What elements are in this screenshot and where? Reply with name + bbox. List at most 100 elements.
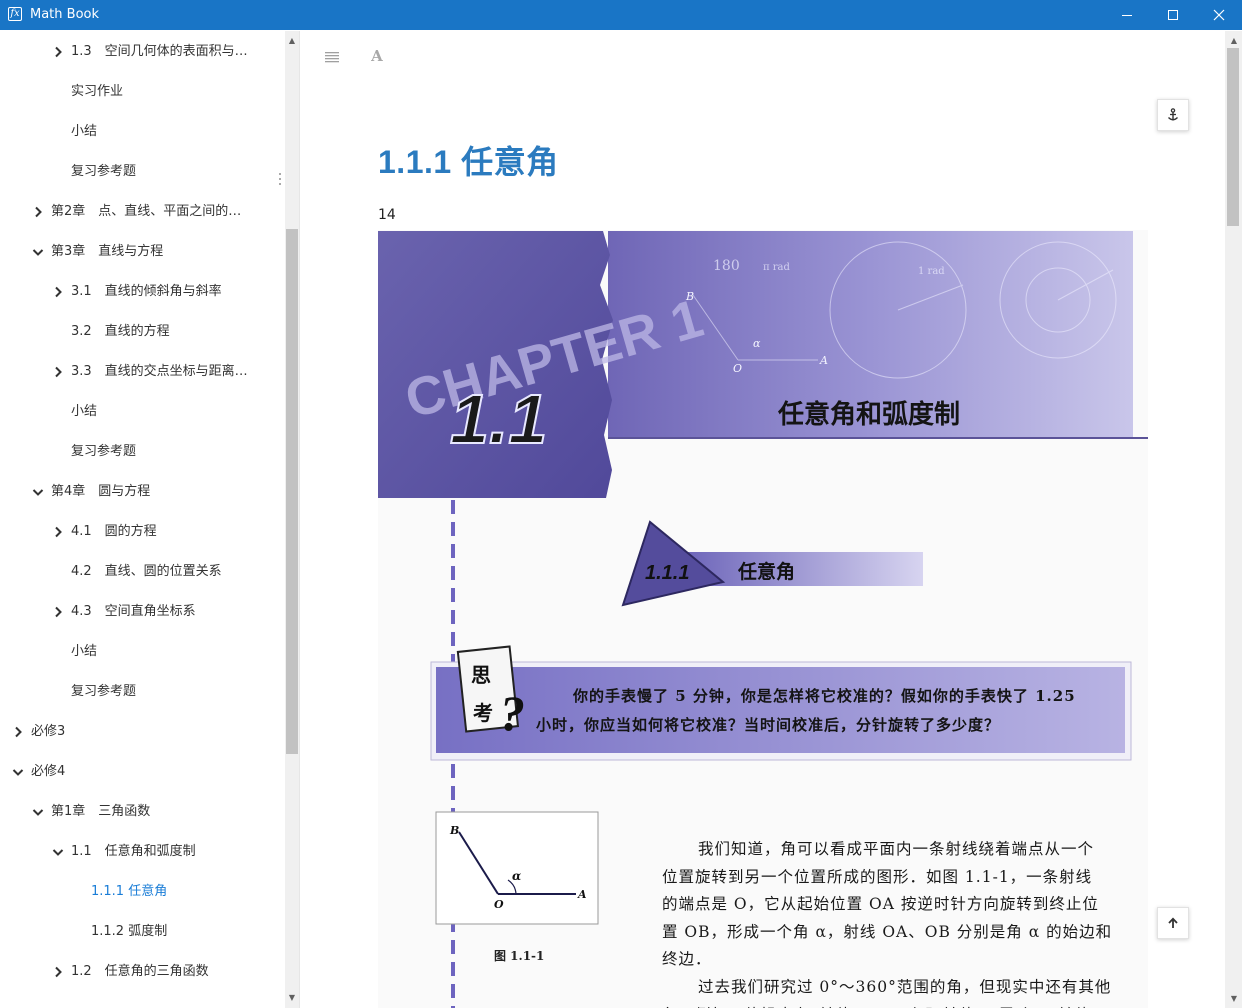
body-text-line: 终边． xyxy=(662,950,712,968)
toc-item[interactable]: 实习作业 xyxy=(0,72,280,112)
toc-item-label: 1.1 任意角和弧度制 xyxy=(71,844,196,859)
toc-item[interactable]: 必修3 xyxy=(0,712,280,752)
toc-item-label: 3.2 直线的方程 xyxy=(71,324,170,339)
toc-item-label: 3.3 直线的交点坐标与距离… xyxy=(71,364,248,379)
toc-item[interactable]: 1.3 空间几何体的表面积与… xyxy=(0,32,280,72)
section-title: 任意角 xyxy=(737,560,795,583)
body-text-line: 过去我们研究过 0°～360°范围的角，但现实中还有其他 xyxy=(698,978,1112,996)
toc-item[interactable]: 第1章 三角函数 xyxy=(0,792,280,832)
resize-handle[interactable] xyxy=(279,173,282,187)
content-scroll-up-icon[interactable]: ▲ xyxy=(1229,35,1239,45)
body-text-line: 角．例如，体操中有“转体 720°”（即“转体 2 周”），“转体 xyxy=(662,1002,1142,1008)
question-mark-icon: ? xyxy=(500,685,525,741)
toc-item[interactable]: 复习参考题 xyxy=(0,152,280,192)
chevron-right-icon[interactable] xyxy=(11,712,25,752)
toc-sidebar: 1.3 空间几何体的表面积与… 实习作业 小结 复习参考题 第2章 点、直线、平面之间的… xyxy=(0,31,300,1008)
toc-item[interactable]: 4.2 直线、圆的位置关系 xyxy=(0,552,280,592)
toc-item-label: 1.2 任意角的三角函数 xyxy=(71,964,209,979)
font-settings-button[interactable]: A xyxy=(368,47,386,65)
body-paragraph: 我们知道，角可以看成平面内一条射线绕着端点从一个 位置旋转到另一个位置所成的图形．… xyxy=(662,836,1142,974)
figure-label: B xyxy=(449,824,459,837)
chevron-down-icon[interactable] xyxy=(51,832,65,872)
chapter-number: 1.1 xyxy=(450,380,547,458)
title-bar: fx Math Book xyxy=(0,0,1242,30)
figure-label: O xyxy=(494,898,504,911)
page-heading: 1.1.1 任意角 xyxy=(378,144,559,180)
toc-toggle-button[interactable] xyxy=(323,47,341,65)
toc-item[interactable]: 小结 xyxy=(0,112,280,152)
app-icon: fx xyxy=(8,7,22,21)
chevron-right-icon[interactable] xyxy=(51,592,65,632)
toc-item-label: 4.2 直线、圆的位置关系 xyxy=(71,564,222,579)
toc-item-label: 必修4 xyxy=(31,764,66,779)
toc-item[interactable]: 1.2 任意角的三角函数 xyxy=(0,952,280,992)
figure-label: A xyxy=(577,888,587,901)
anchor-button[interactable] xyxy=(1157,99,1189,131)
decor-text: π rad xyxy=(763,262,790,273)
toc-item[interactable]: 第4章 圆与方程 xyxy=(0,472,280,512)
think-label: 思 xyxy=(471,663,491,687)
scroll-down-arrow-icon[interactable]: ▼ xyxy=(287,992,297,1002)
decor-text: 180 xyxy=(713,258,740,274)
decor-text: 1 rad xyxy=(918,266,945,277)
close-button[interactable] xyxy=(1196,0,1242,30)
toc-item[interactable]: 3.1 直线的倾斜角与斜率 xyxy=(0,272,280,312)
body-paragraph: 过去我们研究过 0°～360°范围的角，但现实中还有其他角．例如，体操中有“转体… xyxy=(662,974,1142,1008)
toc-item-label: 第1章 三角函数 xyxy=(51,804,151,819)
toc-item[interactable]: 1.1.2 弧度制 xyxy=(0,912,280,952)
chevron-right-icon[interactable] xyxy=(51,32,65,72)
toc-item[interactable]: 第3章 直线与方程 xyxy=(0,232,280,272)
arrow-up-icon xyxy=(1168,917,1178,928)
think-text: 你的手表慢了 5 分钟，你是怎样将它校准的？假如你的手表快了 1.25 xyxy=(572,687,1076,705)
maximize-icon xyxy=(1168,10,1178,20)
figure-caption: 图 1.1-1 xyxy=(494,949,544,963)
anchor-icon xyxy=(1168,108,1178,121)
chevron-down-icon[interactable] xyxy=(31,472,45,512)
chevron-right-icon[interactable] xyxy=(51,352,65,392)
chevron-right-icon[interactable] xyxy=(51,512,65,552)
toc-item-label: 第3章 直线与方程 xyxy=(51,244,164,259)
chevron-right-icon[interactable] xyxy=(51,952,65,992)
toc-item[interactable]: 复习参考题 xyxy=(0,672,280,712)
page-number: 14 xyxy=(378,207,396,223)
toc-item[interactable]: 必修4 xyxy=(0,752,280,792)
body-text-line: 位置旋转到另一个位置所成的图形．如图 1.1-1，一条射线 xyxy=(662,867,1093,886)
think-text: 小时，你应当如何将它校准？当时间校准后，分针旋转了多少度？ xyxy=(536,716,1000,734)
decor-text: O xyxy=(733,362,742,375)
figure-label: α xyxy=(512,869,521,883)
toc-item-label: 复习参考题 xyxy=(71,444,137,459)
toc-item[interactable]: 3.3 直线的交点坐标与距离… xyxy=(0,352,280,392)
toc-item[interactable]: 1.1.1 任意角 xyxy=(0,872,280,912)
toc-item[interactable]: 3.2 直线的方程 xyxy=(0,312,280,352)
toc-item[interactable]: 4.3 空间直角坐标系 xyxy=(0,592,280,632)
maximize-button[interactable] xyxy=(1150,0,1196,30)
toc-item[interactable]: 第2章 点、直线、平面之间的… xyxy=(0,192,280,232)
chevron-right-icon[interactable] xyxy=(51,272,65,312)
chevron-down-icon[interactable] xyxy=(31,792,45,832)
scanned-page-image: 180 π rad 1 rad B A O α CHAPTER 1 1.1 任意… xyxy=(378,230,1148,1008)
minimize-button[interactable] xyxy=(1104,0,1150,30)
figure-box xyxy=(435,811,599,925)
reader-pane: A 1.1.1 任意角 14 180 π rad 1 rad B A O α C… xyxy=(301,31,1225,1008)
toc-item[interactable]: 4.1 圆的方程 xyxy=(0,512,280,552)
toc-item-label: 1.1.2 弧度制 xyxy=(91,924,168,939)
chevron-right-icon[interactable] xyxy=(31,192,45,232)
toc-item[interactable]: 小结 xyxy=(0,392,280,432)
chevron-down-icon[interactable] xyxy=(31,232,45,272)
content-scrollbar-thumb[interactable] xyxy=(1227,48,1239,226)
back-to-top-button[interactable] xyxy=(1157,907,1189,939)
scroll-up-arrow-icon[interactable]: ▲ xyxy=(287,35,297,45)
font-icon: A xyxy=(371,47,383,65)
toc-item[interactable]: 小结 xyxy=(0,632,280,672)
think-label: 考 xyxy=(473,701,493,725)
toc-item[interactable]: 1.1 任意角和弧度制 xyxy=(0,832,280,872)
content-scroll-down-icon[interactable]: ▼ xyxy=(1229,993,1239,1003)
toc-item-label: 1.3 空间几何体的表面积与… xyxy=(71,44,248,59)
sidebar-scrollbar-thumb[interactable] xyxy=(286,229,298,754)
body-text-line: 置 OB，形成一个角 α，射线 OA、OB 分别是角 α 的始边和 xyxy=(662,922,1113,941)
toc-item[interactable]: 复习参考题 xyxy=(0,432,280,472)
chevron-down-icon[interactable] xyxy=(11,752,25,792)
chapter-title: 任意角和弧度制 xyxy=(777,399,960,430)
toc-item-label: 小结 xyxy=(71,404,98,419)
toc-item-label: 小结 xyxy=(71,124,98,139)
